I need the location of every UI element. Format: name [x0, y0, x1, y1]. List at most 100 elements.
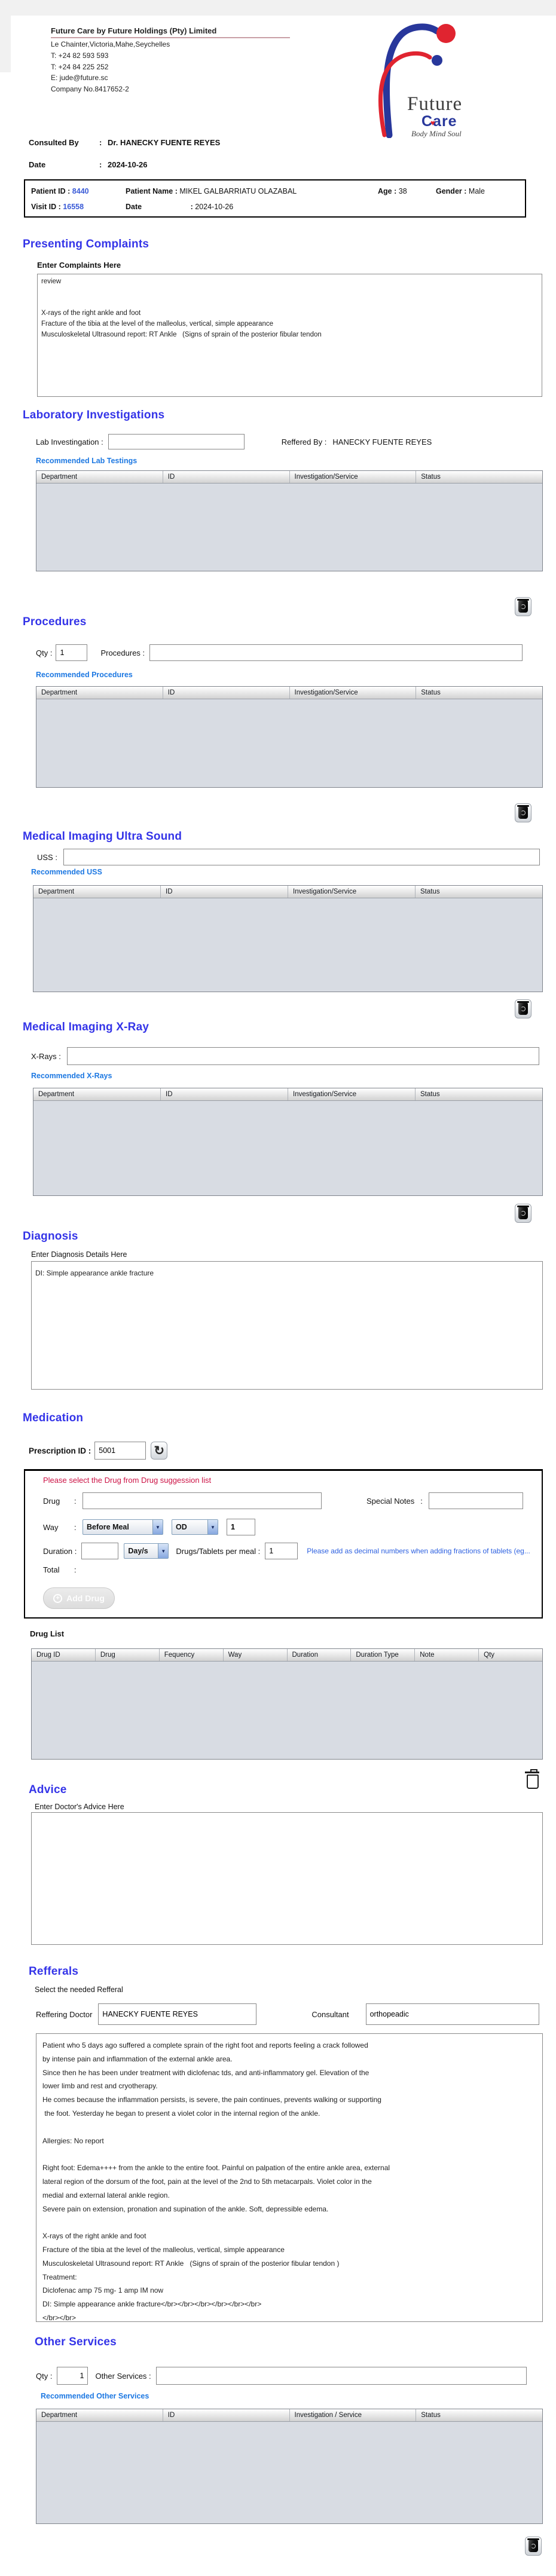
procedures-table-body — [36, 699, 542, 787]
uss-table-header: Department ID Investigation/Service Stat… — [33, 886, 542, 898]
xray-table-header: Department ID Investigation/Service Stat… — [33, 1088, 542, 1101]
visit-date-value: 2024-10-26 — [195, 203, 233, 211]
enter-diagnosis-label: Enter Diagnosis Details Here — [31, 1250, 127, 1259]
uss-input[interactable] — [63, 849, 540, 865]
logo-tagline: Body Mind Soul — [411, 129, 462, 139]
column-header: Note — [415, 1649, 479, 1661]
consultant-input[interactable] — [366, 2003, 539, 2025]
colon: : — [394, 187, 396, 195]
colon: : — [99, 160, 108, 169]
lab-delete-button[interactable] — [515, 597, 531, 616]
advice-delete-button[interactable] — [524, 1770, 542, 1793]
future-care-logo: Future Care ♥ Body Mind Soul — [366, 16, 492, 138]
column-header: Department — [36, 2409, 163, 2421]
column-header: Drug ID — [32, 1649, 96, 1661]
other-services-delete-button[interactable] — [525, 2537, 542, 2556]
per-meal-label: Drugs/Tablets per meal : — [176, 1547, 260, 1556]
lab-input-row: Lab Investingation : Reffered By : HANEC… — [36, 434, 432, 449]
drug-list-table-body — [32, 1662, 542, 1759]
add-drug-button[interactable]: + Add Drug — [43, 1587, 115, 1609]
column-header: ID — [163, 471, 290, 483]
other-services-input[interactable] — [156, 2367, 527, 2385]
column-header: Fequency — [160, 1649, 224, 1661]
plus-icon: + — [53, 1594, 62, 1603]
consulted-by-row: Consulted By : Dr. HANECKY FUENTE REYES — [29, 138, 220, 147]
colon: : — [74, 1497, 83, 1506]
advice-textarea[interactable] — [31, 1812, 543, 1945]
xray-table: Department ID Investigation/Service Stat… — [33, 1088, 543, 1196]
other-qty-label: Qty : — [36, 2372, 52, 2381]
company-phone-1: T: +24 82 593 593 — [51, 51, 302, 61]
xray-input-row: X-Rays : — [31, 1047, 539, 1065]
trash-icon — [527, 1775, 539, 1789]
company-email: E: jude@future.sc — [51, 74, 302, 83]
other-services-table: Department ID Investigation / Service St… — [36, 2409, 543, 2524]
colon: : — [74, 1523, 83, 1532]
xray-input[interactable] — [67, 1047, 539, 1065]
duration-unit-select[interactable]: Day/s ▼ — [124, 1543, 169, 1559]
special-notes-input[interactable] — [429, 1492, 523, 1509]
frequency-select[interactable]: OD ▼ — [172, 1519, 218, 1535]
patient-name-value: MIKEL GALBARRIATU OLAZABAL — [179, 187, 297, 195]
column-header: Investigation/Service — [288, 1088, 416, 1100]
patient-age-group: Age : 38 — [378, 187, 436, 195]
procedures-input[interactable] — [149, 644, 523, 661]
recommended-other-services-link[interactable]: Recommended Other Services — [41, 2392, 149, 2400]
lab-investigation-input[interactable] — [108, 434, 245, 449]
lab-investigation-label: Lab Investingation : — [36, 438, 103, 446]
xray-delete-button[interactable] — [515, 1204, 531, 1223]
procedures-table: Department ID Investigation/Service Stat… — [36, 686, 543, 788]
enter-complaints-label: Enter Complaints Here — [37, 261, 121, 270]
section-title-diagnosis: Diagnosis — [23, 1230, 78, 1243]
patient-name-label: Patient Name — [126, 187, 173, 195]
refresh-button[interactable]: ↻ — [151, 1442, 167, 1460]
refresh-icon: ↻ — [154, 1443, 164, 1458]
visit-date-label: Date — [126, 203, 142, 211]
chevron-down-icon: ▼ — [152, 1520, 163, 1534]
duration-input[interactable] — [81, 1543, 118, 1559]
date-value: 2024-10-26 — [108, 160, 148, 169]
procedures-table-header: Department ID Investigation/Service Stat… — [36, 687, 542, 699]
per-meal-input[interactable] — [265, 1543, 298, 1559]
xray-label: X-Rays : — [31, 1052, 61, 1061]
company-phone-2: T: +24 84 225 252 — [51, 63, 302, 72]
column-header: Way — [224, 1649, 288, 1661]
referral-details-textarea[interactable]: Patient who 5 days ago suffered a comple… — [36, 2033, 543, 2322]
other-qty-input[interactable] — [57, 2367, 88, 2385]
complaints-textarea[interactable]: review X-rays of the right ankle and foo… — [37, 274, 542, 397]
frequency-qty-input[interactable] — [227, 1519, 255, 1535]
other-services-table-body — [36, 2422, 542, 2523]
procedures-qty-input[interactable] — [56, 644, 87, 661]
total-row: Total : — [43, 1565, 83, 1574]
visit-id-label: Visit ID — [31, 203, 56, 211]
section-title-procedures: Procedures — [23, 616, 87, 629]
visit-date-group: Date : 2024-10-26 — [126, 203, 233, 211]
visit-id-value: 16558 — [63, 203, 84, 211]
column-header: Department — [33, 1088, 161, 1100]
recommended-xray-link[interactable]: Recommended X-Rays — [31, 1072, 112, 1080]
recommended-lab-testings-link[interactable]: Recommended Lab Testings — [36, 457, 137, 465]
way-select[interactable]: Before Meal ▼ — [83, 1519, 163, 1535]
procedures-qty-label: Qty : — [36, 648, 52, 657]
total-label: Total — [43, 1565, 74, 1574]
duration-label: Duration : — [43, 1547, 77, 1556]
uss-delete-button[interactable] — [515, 999, 531, 1018]
recommended-procedures-link[interactable]: Recommended Procedures — [36, 671, 133, 679]
colon: : — [68, 187, 70, 195]
referring-doctor-input[interactable] — [98, 2003, 256, 2025]
prescription-id-label: Prescription ID : — [29, 1446, 91, 1455]
drug-row: Drug : Special Notes : — [43, 1492, 523, 1509]
way-row: Way : Before Meal ▼ OD ▼ — [43, 1519, 255, 1535]
date-label: Date — [29, 160, 99, 169]
prescription-id-input[interactable] — [94, 1442, 146, 1460]
procedures-delete-button[interactable] — [515, 803, 531, 822]
referral-inputs-row: Reffering Doctor Consultant — [36, 2003, 539, 2025]
column-header: Status — [416, 1088, 542, 1100]
recommended-uss-link[interactable]: Recommended USS — [31, 868, 102, 876]
column-header: ID — [163, 687, 290, 699]
diagnosis-textarea[interactable]: DI: Simple appearance ankle fracture — [31, 1261, 543, 1390]
trash-icon — [518, 807, 528, 819]
column-header: Investigation/Service — [288, 886, 416, 898]
consulted-by-value: Dr. HANECKY FUENTE REYES — [108, 138, 220, 147]
drug-input[interactable] — [83, 1492, 322, 1509]
